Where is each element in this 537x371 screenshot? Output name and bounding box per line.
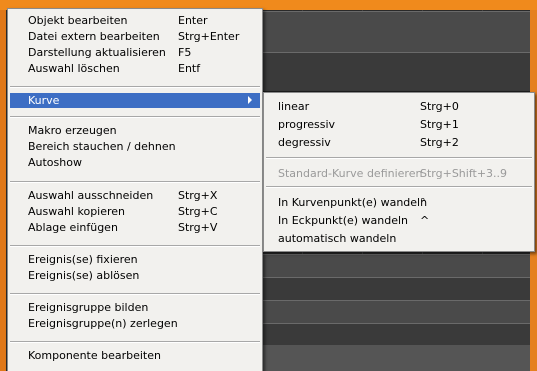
menu-item-datei-extern-bearbeiten[interactable]: Datei extern bearbeiten Strg+Enter [10,29,260,44]
timeline-footer [262,345,530,371]
menu-item-makro-erzeugen[interactable]: Makro erzeugen [10,123,260,138]
menu-item-ablage-einfuegen[interactable]: Ablage einfügen Strg+V [10,220,260,235]
menu-separator [10,86,260,88]
menu-item-darstellung-aktualisieren[interactable]: Darstellung aktualisieren F5 [10,45,260,60]
menu-item-shortcut: F5 [178,46,192,59]
menu-item-label: degressiv [278,136,331,149]
menu-item-auswahl-ausschneiden[interactable]: Auswahl ausschneiden Strg+X [10,188,260,203]
menu-item-label: progressiv [278,118,336,131]
menu-item-label: Ereignisgruppe(n) zerlegen [28,317,178,330]
timeline-track[interactable] [262,300,530,324]
menu-item-label: Standard-Kurve definieren [278,167,423,180]
menu-item-label: automatisch wandeln [278,232,397,245]
menu-item-label: Ablage einfügen [28,221,118,234]
submenu-item-standard-kurve-definieren: Standard-Kurve definieren Strg+Shift+3..… [266,166,532,181]
menu-item-shortcut: Entf [178,62,201,75]
menu-item-label: Kurve [28,94,60,107]
menu-item-label: Ereignisgruppe bilden [28,301,149,314]
kurve-submenu: linear Strg+0 progressiv Strg+1 degressi… [263,92,535,252]
menu-item-label: Makro erzeugen [28,124,117,137]
menu-item-label: Auswahl ausschneiden [28,189,154,202]
menu-item-shortcut: Strg+Shift+3..9 [420,167,508,180]
menu-item-label: Bereich stauchen / dehnen [28,140,176,153]
menu-separator [10,181,260,183]
submenu-item-progressiv[interactable]: progressiv Strg+1 [266,117,532,132]
submenu-arrow-icon [248,96,252,104]
menu-item-kurve[interactable]: Kurve [10,93,260,108]
submenu-item-in-kurvenpunkte-wandeln[interactable]: In Kurvenpunkt(e) wandeln ° [266,195,532,210]
menu-separator [10,293,260,295]
menu-item-ereignisse-fixieren[interactable]: Ereignis(se) fixieren [10,252,260,267]
submenu-item-automatisch-wandeln[interactable]: automatisch wandeln [266,231,532,246]
menu-separator [266,157,532,159]
timeline-track[interactable] [262,323,530,347]
menu-item-shortcut: Strg+2 [420,136,459,149]
menu-item-shortcut: Strg+Enter [178,30,240,43]
menu-item-shortcut: ^ [420,214,430,227]
menu-item-label: Auswahl löschen [28,62,120,75]
menu-item-label: Datei extern bearbeiten [28,30,160,43]
timeline-track[interactable] [262,52,530,92]
menu-item-label: Ereignis(se) fixieren [28,253,138,266]
submenu-item-linear[interactable]: linear Strg+0 [266,99,532,114]
menu-separator [266,186,532,188]
menu-separator [10,245,260,247]
menu-item-shortcut: ° [420,196,426,209]
menu-item-shortcut: Strg+0 [420,100,459,113]
menu-item-ereignisgruppen-zerlegen[interactable]: Ereignisgruppe(n) zerlegen [10,316,260,331]
menu-item-ereignisgruppe-bilden[interactable]: Ereignisgruppe bilden [10,300,260,315]
menu-item-auswahl-kopieren[interactable]: Auswahl kopieren Strg+C [10,204,260,219]
window-frame-left [0,10,6,371]
menu-item-label: Komponente bearbeiten [28,349,161,362]
menu-separator [10,341,260,343]
menu-item-label: Objekt bearbeiten [28,14,128,27]
menu-item-shortcut: Strg+C [178,205,218,218]
menu-item-objekt-bearbeiten[interactable]: Objekt bearbeiten Enter [10,13,260,28]
timeline-track[interactable] [262,277,530,301]
menu-item-shortcut: Enter [178,14,208,27]
menu-item-ereignisse-abloesen[interactable]: Ereignis(se) ablösen [10,268,260,283]
menu-item-autoshow[interactable]: Autoshow [10,155,260,170]
menu-separator [10,116,260,118]
menu-item-auswahl-loeschen[interactable]: Auswahl löschen Entf [10,61,260,76]
submenu-item-degressiv[interactable]: degressiv Strg+2 [266,135,532,150]
menu-item-label: Ereignis(se) ablösen [28,269,140,282]
screen: Objekt bearbeiten Enter Datei extern bea… [0,0,537,371]
menu-item-label: In Eckpunkt(e) wandeln [278,214,409,227]
menu-item-label: In Kurvenpunkt(e) wandeln [278,196,428,209]
menu-item-shortcut: Strg+1 [420,118,459,131]
menu-item-shortcut: Strg+V [178,221,218,234]
menu-item-label: linear [278,100,310,113]
menu-item-shortcut: Strg+X [178,189,218,202]
menu-item-label: Auswahl kopieren [28,205,126,218]
context-menu: Objekt bearbeiten Enter Datei extern bea… [7,8,263,371]
submenu-item-in-eckpunkte-wandeln[interactable]: In Eckpunkt(e) wandeln ^ [266,213,532,228]
menu-item-label: Darstellung aktualisieren [28,46,166,59]
menu-item-label: Autoshow [28,156,82,169]
timeline-track[interactable] [262,11,530,53]
timeline-track[interactable] [262,254,530,278]
menu-item-komponente-bearbeiten[interactable]: Komponente bearbeiten [10,348,260,363]
menu-item-bereich-stauchen-dehnen[interactable]: Bereich stauchen / dehnen [10,139,260,154]
